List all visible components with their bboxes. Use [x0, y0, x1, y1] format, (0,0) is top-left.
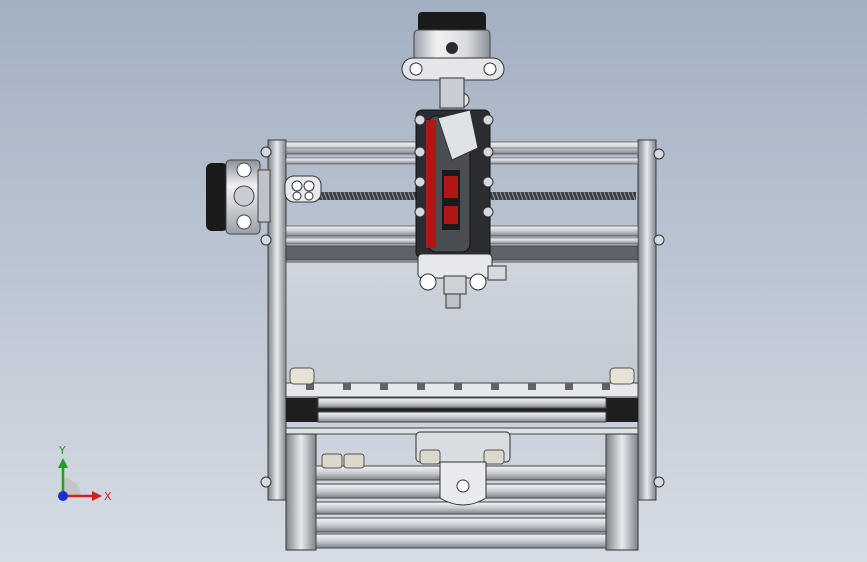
y-axis-arrowhead — [58, 458, 68, 468]
x-stepper-motor[interactable] — [206, 159, 271, 235]
z-stepper-motor[interactable] — [401, 12, 505, 109]
t-slot — [491, 383, 499, 390]
t-slot — [417, 383, 425, 390]
y-axis-label: Y — [58, 444, 66, 457]
t-slot — [565, 383, 573, 390]
cad-viewport[interactable]: Y X — [0, 0, 867, 562]
cnc-machine-model[interactable]: Y X — [0, 0, 867, 562]
coordinate-triad: Y X — [58, 444, 112, 503]
x-leadscrew-nut[interactable] — [284, 175, 322, 203]
t-slot — [602, 383, 610, 390]
x-axis-arrowhead — [92, 491, 102, 501]
frame-right-plate[interactable] — [637, 139, 665, 501]
t-slot — [343, 383, 351, 390]
spindle-motor[interactable] — [426, 92, 479, 253]
t-slot — [528, 383, 536, 390]
origin-dot — [58, 491, 68, 501]
t-slot — [380, 383, 388, 390]
x-axis-label: X — [104, 490, 112, 503]
t-slot — [454, 383, 462, 390]
